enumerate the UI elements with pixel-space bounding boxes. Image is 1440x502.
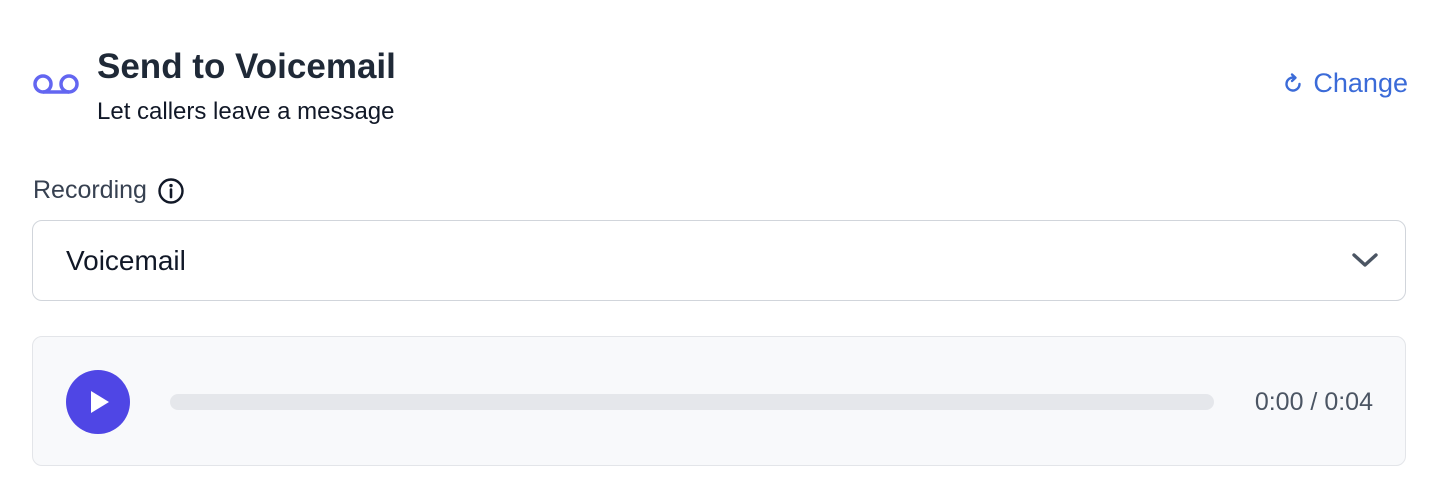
time-separator: / — [1303, 388, 1325, 416]
play-button[interactable] — [66, 370, 130, 434]
duration: 0:04 — [1324, 388, 1373, 416]
page-title: Send to Voicemail — [97, 47, 396, 86]
recording-label-row: Recording — [33, 176, 185, 205]
section-header: Send to Voicemail Let callers leave a me… — [32, 40, 1408, 140]
page-subtitle: Let callers leave a message — [97, 98, 395, 125]
voicemail-icon — [33, 74, 79, 94]
chevron-down-icon — [1352, 253, 1378, 267]
refresh-icon — [1285, 72, 1302, 92]
recording-select[interactable]: Voicemail — [32, 220, 1406, 301]
playback-time: 0:00 / 0:04 — [1255, 388, 1373, 417]
playback-progress-bar[interactable] — [170, 394, 1214, 410]
play-icon — [91, 391, 109, 413]
change-button[interactable]: Change — [1281, 68, 1408, 99]
change-label: Change — [1313, 68, 1408, 98]
current-time: 0:00 — [1254, 388, 1304, 416]
info-icon[interactable] — [157, 177, 185, 205]
audio-player: 0:00 / 0:04 — [32, 336, 1406, 466]
recording-label: Recording — [33, 176, 147, 204]
recording-select-value: Voicemail — [66, 245, 186, 276]
